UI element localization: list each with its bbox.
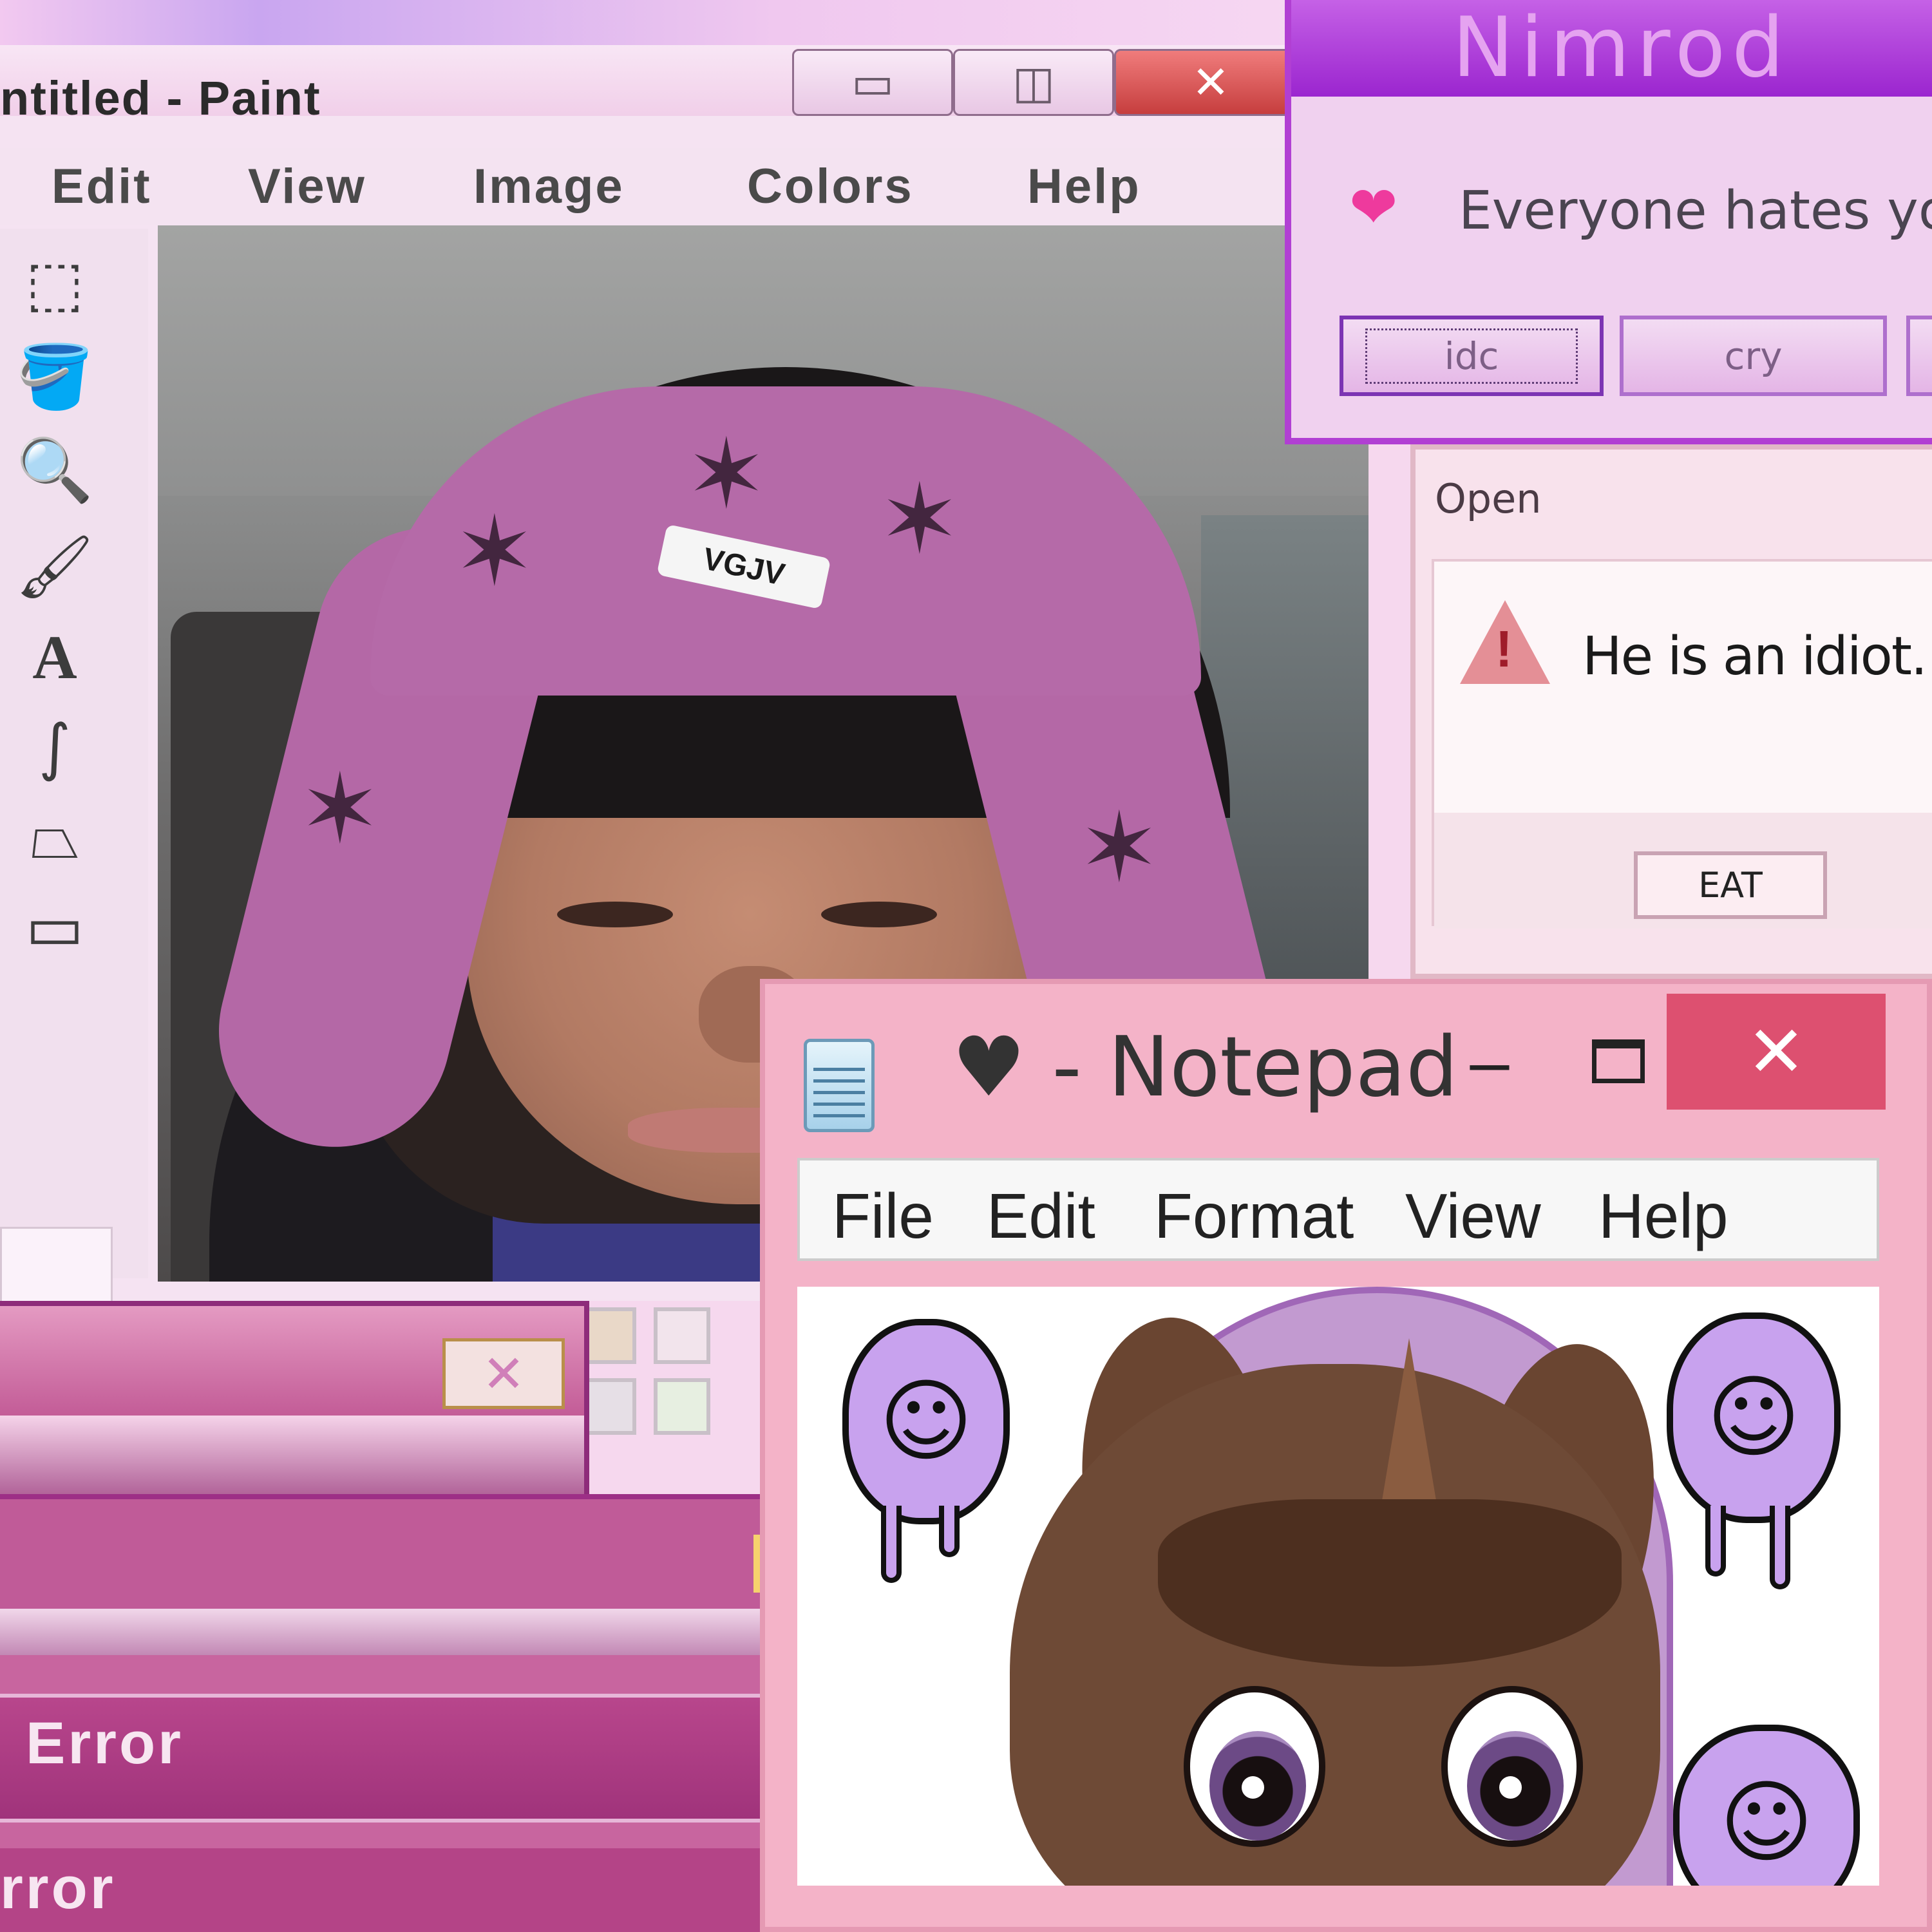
smiley-face: ☺ — [1719, 1770, 1814, 1875]
polygon-tool-icon[interactable]: ⏢ — [6, 800, 103, 873]
background-strip — [0, 0, 1294, 45]
notepad-icon — [804, 1039, 875, 1132]
menu-image[interactable]: Image — [473, 158, 625, 214]
palette-swatch[interactable] — [654, 1378, 710, 1435]
fill-bucket-icon[interactable]: 🪣 — [6, 341, 103, 413]
error-close-button[interactable]: ✕ — [442, 1338, 565, 1409]
pony-pupil — [1209, 1731, 1306, 1841]
notepad-title: ♥ - Notepad — [952, 1019, 1459, 1115]
smiley-face: ☺ — [879, 1369, 973, 1475]
brush-icon[interactable]: 🖌 — [6, 531, 103, 603]
menu-colors[interactable]: Colors — [747, 158, 914, 214]
paint-title: ntitled - Paint — [0, 71, 321, 125]
notepad-maximize-button[interactable] — [1570, 1023, 1667, 1100]
notepad-window: ♥ - Notepad – ✕ File Edit Format View He… — [760, 979, 1932, 1932]
warning-icon-mark: ! — [1495, 620, 1513, 677]
minimize-icon: – — [1470, 1021, 1510, 1101]
smiley-face: ☺ — [1707, 1365, 1801, 1470]
pony-eye-right — [1441, 1686, 1583, 1847]
maximize-icon: ◫ — [1012, 56, 1056, 109]
error-title: rror — [0, 1855, 116, 1921]
eat-button-label: EAT — [1698, 865, 1763, 905]
pony-pupil — [1467, 1731, 1564, 1841]
idc-button-label: idc — [1365, 328, 1578, 384]
drippy-smiley-icon: ☺ — [842, 1319, 1010, 1589]
minimize-icon: ▭ — [851, 56, 895, 109]
error-window-1: ✕ — [0, 1301, 589, 1512]
open-dialog-body: ! He is an idiot. W EAT — [1432, 559, 1932, 929]
menu-help[interactable]: Help — [1598, 1180, 1728, 1253]
eat-button[interactable]: EAT — [1634, 851, 1827, 919]
pony-mane — [1158, 1499, 1622, 1667]
photo-eye-right — [821, 902, 937, 927]
open-dialog-title: Open — [1435, 475, 1542, 522]
nimrod-title: Nimrod — [1452, 0, 1791, 96]
notepad-close-button[interactable]: ✕ — [1667, 994, 1886, 1110]
open-dialog-message: He is an idiot. W — [1582, 626, 1932, 687]
paint-toolbox: ⬚ 🪣 🔍 🖌 A ∫ ⏢ ▭ — [0, 229, 148, 1472]
heart-icon: ❤ — [1349, 176, 1398, 240]
error-title: Error — [26, 1710, 184, 1776]
palette-swatch[interactable] — [654, 1307, 710, 1364]
cry-button-label: cry — [1724, 334, 1783, 378]
cry-button[interactable]: cry — [1620, 316, 1887, 396]
menu-file[interactable]: File — [832, 1180, 934, 1253]
select-rect-icon[interactable]: ⬚ — [6, 247, 103, 319]
menu-edit[interactable]: Edit — [987, 1180, 1095, 1253]
error-titlebar[interactable] — [0, 1848, 779, 1932]
paint-minimize-button[interactable]: ▭ — [792, 49, 953, 116]
paint-maximize-button[interactable]: ◫ — [953, 49, 1114, 116]
beanie-star-icon: ✶ — [879, 464, 960, 576]
close-icon: ✕ — [1746, 1010, 1806, 1093]
notepad-text-area[interactable]: ☺ ☺ ☺ — [797, 1287, 1879, 1886]
beanie-star-icon: ✶ — [1079, 792, 1160, 904]
menu-edit[interactable]: Edit — [52, 158, 152, 214]
color-palette — [580, 1307, 786, 1462]
beanie-star-icon: ✶ — [454, 496, 535, 608]
notepad-minimize-button[interactable]: – — [1441, 1021, 1538, 1101]
menu-format[interactable]: Format — [1154, 1180, 1354, 1253]
close-icon: ✕ — [1191, 56, 1230, 109]
open-dialog: Open ! He is an idiot. W EAT — [1410, 444, 1932, 979]
pony-eye-left — [1184, 1686, 1325, 1847]
nimrod-message: Everyone hates you — [1459, 180, 1932, 242]
rounded-rect-tool-icon[interactable]: ▭ — [6, 891, 103, 963]
close-icon: ✕ — [482, 1345, 526, 1403]
open-dialog-footer: EAT — [1434, 813, 1932, 929]
error-window-3: Error rror — [0, 1655, 779, 1932]
pony-eye-glint — [1242, 1776, 1264, 1799]
error-window-2 — [0, 1494, 779, 1673]
menu-help[interactable]: Help — [1027, 158, 1141, 214]
beanie-star-icon: ✶ — [686, 419, 767, 531]
curve-tool-icon[interactable]: ∫ — [6, 711, 103, 783]
maximize-icon — [1592, 1039, 1645, 1083]
text-tool-icon[interactable]: A — [6, 621, 103, 692]
idc-button[interactable]: idc — [1340, 316, 1604, 396]
third-button[interactable] — [1906, 316, 1932, 396]
notepad-menubar: File Edit Format View Help — [797, 1158, 1879, 1261]
photo-eye-left — [557, 902, 673, 927]
pony-eye-glint — [1499, 1776, 1522, 1799]
nimrod-dialog: Nimrod ❤ Everyone hates you idc cry — [1285, 0, 1932, 444]
drippy-smiley-icon: ☺ — [1673, 1725, 1860, 1886]
menu-view[interactable]: View — [248, 158, 366, 214]
beanie-star-icon: ✶ — [299, 753, 381, 866]
menu-view[interactable]: View — [1405, 1180, 1541, 1253]
paint-close-button[interactable]: ✕ — [1114, 49, 1307, 116]
magnifier-icon[interactable]: 🔍 — [6, 434, 103, 506]
notepad-icon-lines — [813, 1068, 865, 1119]
drippy-smiley-icon: ☺ — [1667, 1312, 1841, 1589]
